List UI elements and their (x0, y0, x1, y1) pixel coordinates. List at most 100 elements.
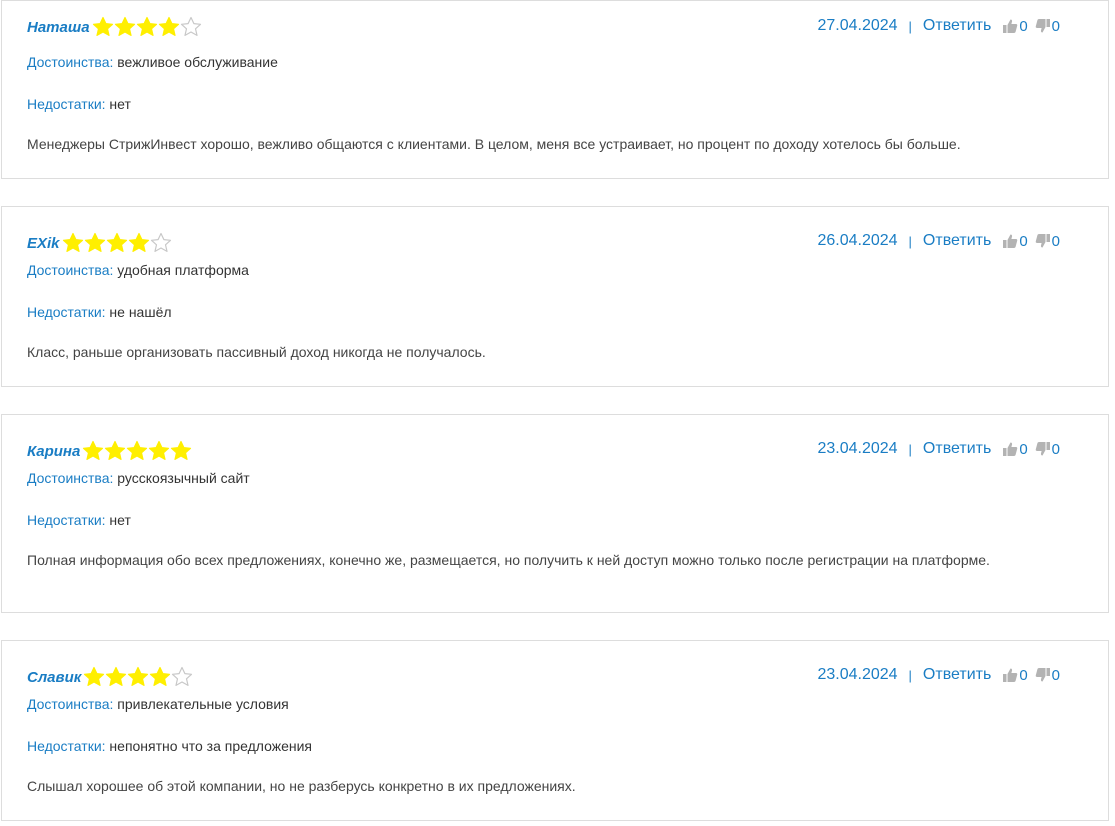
star-icon (127, 666, 149, 688)
like-button[interactable]: 0 (1001, 17, 1028, 35)
star-icon (148, 440, 170, 462)
star-icon (170, 440, 192, 462)
separator: | (908, 18, 912, 34)
thumbs-down-icon (1035, 18, 1051, 34)
star-icon (105, 666, 127, 688)
thumbs-up-icon (1002, 233, 1018, 249)
review-date: 23.04.2024 (817, 440, 898, 457)
like-button[interactable]: 0 (1001, 232, 1028, 250)
review-author: Карина (27, 442, 81, 460)
review-author: Славик (27, 668, 82, 686)
separator: | (908, 441, 912, 457)
review-card: Наташа 27.04.2024 | Ответить 0 0 Достоин… (1, 0, 1109, 179)
review-text: Менеджеры СтрижИнвест хорошо, вежливо об… (27, 136, 961, 152)
review-text: Полная информация обо всех предложениях,… (27, 552, 990, 568)
thumbs-down-icon (1035, 667, 1051, 683)
like-button[interactable]: 0 (1001, 666, 1028, 684)
review-card: Славик 23.04.2024 | Ответить 0 0 Достоин… (1, 640, 1109, 821)
review-date: 26.04.2024 (817, 232, 898, 249)
pros-label: Достоинства: (27, 262, 114, 278)
star-icon (136, 16, 158, 38)
thumbs-down-icon (1035, 233, 1051, 249)
dislike-count: 0 (1051, 232, 1060, 250)
reply-link[interactable]: Ответить (923, 666, 991, 684)
pros-row: Достоинства: русскоязычный сайт (27, 469, 250, 487)
separator: | (908, 233, 912, 249)
reply-link[interactable]: Ответить (923, 17, 991, 35)
star-icon (171, 666, 193, 688)
cons-label: Недостатки: (27, 512, 106, 528)
review-header: Наташа (27, 15, 202, 39)
rating-stars (62, 232, 172, 254)
cons-label: Недостатки: (27, 96, 106, 112)
cons-value: нет (109, 96, 131, 112)
review-date: 27.04.2024 (817, 17, 898, 34)
review-author: Наташа (27, 18, 90, 36)
reply-link[interactable]: Ответить (923, 440, 991, 458)
pros-row: Достоинства: вежливое обслуживание (27, 53, 278, 71)
dislike-count: 0 (1051, 440, 1060, 458)
review-header: Славик (27, 665, 193, 689)
rating-stars (82, 440, 192, 462)
like-button[interactable]: 0 (1001, 440, 1028, 458)
star-icon (158, 16, 180, 38)
dislike-button[interactable]: 0 (1034, 667, 1060, 684)
pros-value: вежливое обслуживание (117, 54, 278, 70)
star-icon (62, 232, 84, 254)
separator: | (908, 667, 912, 683)
cons-label: Недостатки: (27, 738, 106, 754)
review-card: Карина 23.04.2024 | Ответить 0 0 Достоин… (1, 414, 1109, 613)
thumbs-up-icon (1002, 441, 1018, 457)
dislike-button[interactable]: 0 (1034, 18, 1060, 35)
pros-value: русскоязычный сайт (117, 470, 250, 486)
review-text: Класс, раньше организовать пассивный дох… (27, 344, 486, 360)
cons-value: нет (109, 512, 131, 528)
pros-value: привлекательные условия (117, 696, 289, 712)
star-icon (126, 440, 148, 462)
review-meta: 23.04.2024 | Ответить 0 0 (817, 664, 1060, 686)
cons-label: Недостатки: (27, 304, 106, 320)
review-text: Слышал хорошее об этой компании, но не р… (27, 778, 576, 794)
like-count: 0 (1019, 17, 1028, 35)
cons-value: не нашёл (109, 304, 172, 320)
reply-link[interactable]: Ответить (923, 232, 991, 250)
review-meta: 26.04.2024 | Ответить 0 0 (817, 230, 1060, 252)
review-author: EXik (27, 234, 60, 252)
pros-row: Достоинства: привлекательные условия (27, 695, 289, 713)
star-icon (106, 232, 128, 254)
pros-row: Достоинства: удобная платформа (27, 261, 249, 279)
review-meta: 27.04.2024 | Ответить 0 0 (817, 15, 1060, 37)
review-meta: 23.04.2024 | Ответить 0 0 (817, 438, 1060, 460)
star-icon (104, 440, 126, 462)
like-count: 0 (1019, 440, 1028, 458)
review-card: EXik 26.04.2024 | Ответить 0 0 Достоинст… (1, 206, 1109, 387)
cons-row: Недостатки: нет (27, 511, 131, 529)
thumbs-up-icon (1002, 18, 1018, 34)
pros-label: Достоинства: (27, 54, 114, 70)
thumbs-up-icon (1002, 667, 1018, 683)
star-icon (128, 232, 150, 254)
star-icon (150, 232, 172, 254)
thumbs-down-icon (1035, 441, 1051, 457)
pros-value: удобная платформа (117, 262, 249, 278)
pros-label: Достоинства: (27, 470, 114, 486)
review-header: EXik (27, 231, 172, 255)
star-icon (84, 232, 106, 254)
review-header: Карина (27, 439, 192, 463)
cons-row: Недостатки: не нашёл (27, 303, 172, 321)
dislike-button[interactable]: 0 (1034, 233, 1060, 250)
dislike-button[interactable]: 0 (1034, 441, 1060, 458)
dislike-count: 0 (1051, 17, 1060, 35)
cons-value: непонятно что за предложения (109, 738, 313, 754)
cons-row: Недостатки: нет (27, 95, 131, 113)
pros-label: Достоинства: (27, 696, 114, 712)
cons-row: Недостатки: непонятно что за предложения (27, 737, 312, 755)
rating-stars (92, 16, 202, 38)
star-icon (149, 666, 171, 688)
star-icon (92, 16, 114, 38)
review-date: 23.04.2024 (817, 666, 898, 683)
like-count: 0 (1019, 232, 1028, 250)
like-count: 0 (1019, 666, 1028, 684)
star-icon (180, 16, 202, 38)
star-icon (114, 16, 136, 38)
